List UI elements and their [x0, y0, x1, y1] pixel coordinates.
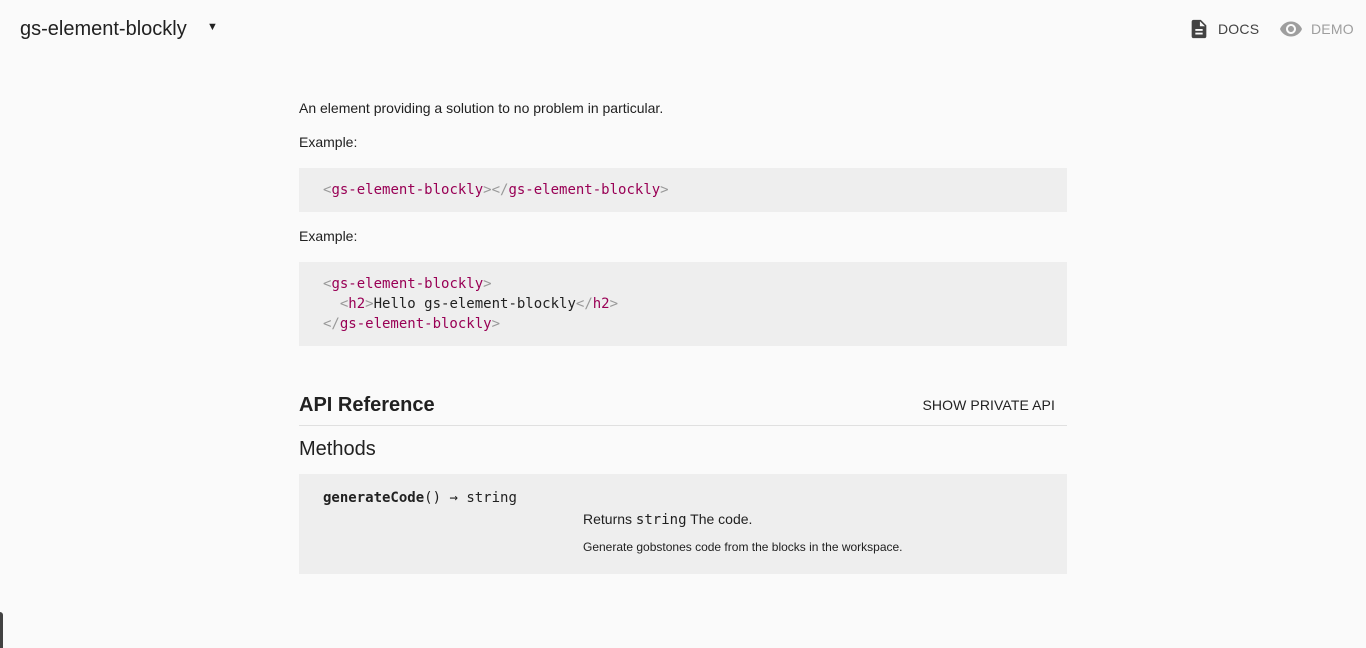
example-label: Example:	[299, 228, 358, 244]
code-token: h2	[592, 296, 610, 312]
method-card: generateCode() → string Returns string T…	[299, 474, 1067, 574]
code-token: ></	[483, 182, 509, 198]
element-selector-dropdown[interactable]: ▼	[207, 21, 218, 33]
demo-label: DEMO	[1311, 21, 1354, 37]
method-name: generateCode	[323, 490, 425, 506]
code-example: <gs-element-blockly> <h2>Hello gs-elemen…	[299, 262, 1067, 346]
code-token: >	[609, 296, 619, 312]
element-description: An element providing a solution to no pr…	[299, 100, 664, 116]
code-token: gs-element-blockly	[331, 182, 484, 198]
returns-type: string	[635, 512, 687, 528]
code-token: gs-element-blockly	[508, 182, 661, 198]
methods-title: Methods	[299, 438, 376, 460]
method-params: ()	[424, 490, 442, 506]
app-title[interactable]: gs-element-blockly	[20, 17, 187, 41]
demo-button[interactable]: DEMO	[1279, 16, 1354, 42]
code-token: h2	[348, 296, 366, 312]
returns-label: Returns	[583, 511, 633, 527]
eye-icon	[1279, 17, 1303, 41]
window-edge-mark	[0, 612, 3, 648]
code-line: <gs-element-blockly></gs-element-blockly…	[323, 182, 669, 198]
code-line: <h2>Hello gs-element-blockly</h2>	[323, 296, 618, 312]
code-token: gs-element-blockly	[339, 316, 492, 332]
code-token: </	[575, 296, 593, 312]
code-token: >	[660, 182, 669, 198]
return-arrow: →	[449, 490, 458, 506]
code-token: </	[323, 316, 340, 332]
code-line: </gs-element-blockly>	[323, 316, 500, 332]
code-token: >	[483, 276, 492, 292]
docs-label: DOCS	[1218, 21, 1260, 37]
code-token: >	[491, 316, 501, 332]
api-reference-header: API Reference SHOW PRIVATE API	[299, 386, 1067, 426]
code-token: Hello gs-element-blockly	[373, 296, 576, 312]
show-private-api-button[interactable]: SHOW PRIVATE API	[922, 397, 1055, 413]
code-token: <	[323, 296, 349, 312]
document-icon	[1188, 17, 1210, 41]
code-token: gs-element-blockly	[331, 276, 484, 292]
method-return-type: string	[466, 490, 517, 506]
api-reference-title: API Reference	[299, 394, 435, 416]
code-token: >	[365, 296, 374, 312]
app-header: gs-element-blockly ▼ DOCS DEMO	[0, 0, 1366, 58]
example-label: Example:	[299, 134, 358, 150]
method-returns: Returns string The code.	[583, 511, 752, 528]
code-line: <gs-element-blockly>	[323, 276, 492, 292]
method-signature: generateCode() → string	[323, 490, 517, 506]
method-description: Generate gobstones code from the blocks …	[583, 540, 903, 554]
code-example: <gs-element-blockly></gs-element-blockly…	[299, 168, 1067, 212]
returns-description: The code.	[690, 511, 753, 527]
docs-button[interactable]: DOCS	[1188, 16, 1259, 42]
